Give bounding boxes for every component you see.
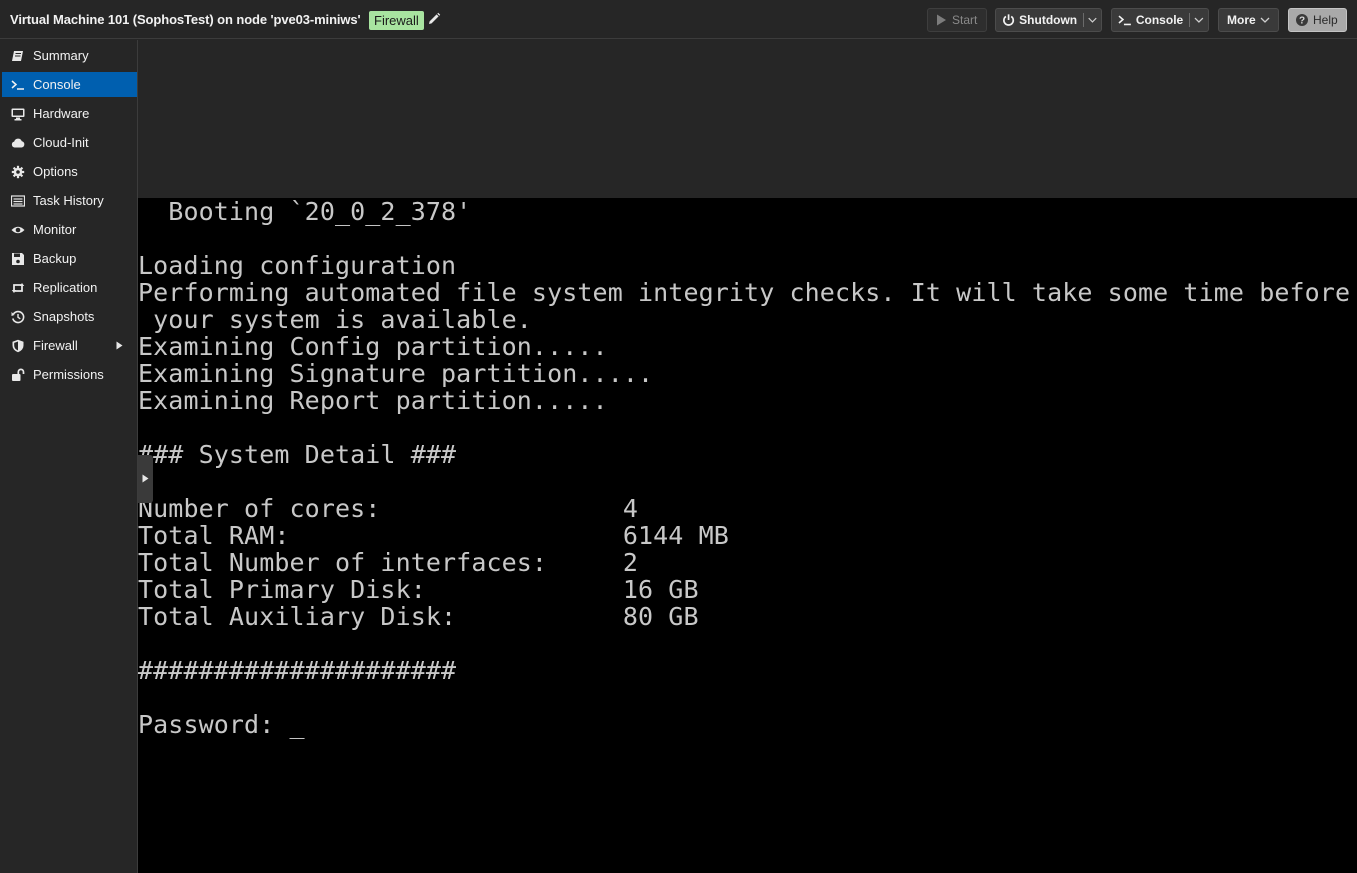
console-line: Password: _ [138, 710, 305, 739]
caret-right-icon[interactable] [116, 341, 123, 350]
retweet-icon [11, 282, 25, 293]
sidebar-item-cloud-init[interactable]: Cloud-Init [2, 130, 137, 155]
unlock-icon [12, 368, 25, 381]
console-line: Total Auxiliary Disk: 80 GB [138, 602, 699, 631]
sidebar-item-label: Cloud-Init [33, 135, 89, 150]
header-bar: Virtual Machine 101 (SophosTest) on node… [0, 0, 1357, 39]
shutdown-button-label: Shutdown [1019, 13, 1078, 27]
sidebar-collapse-handle[interactable] [138, 455, 153, 503]
sidebar-item-permissions[interactable]: Permissions [2, 362, 137, 387]
sidebar-item-label: Task History [33, 193, 104, 208]
console-line: Total Primary Disk: 16 GB [138, 575, 699, 604]
sidebar-item-label: Hardware [33, 106, 90, 121]
vm-title: Virtual Machine 101 (SophosTest) on node… [10, 12, 361, 27]
monitor-icon [11, 108, 25, 120]
sidebar-item-label: Console [33, 77, 81, 92]
sidebar-item-label: Monitor [33, 222, 77, 237]
console-output: Booting `20_0_2_378' Loading configuratio… [138, 198, 1350, 738]
chevron-down-icon[interactable] [1190, 13, 1208, 27]
book-icon [12, 50, 23, 61]
help-button[interactable]: ? Help [1288, 8, 1347, 32]
sidebar-item-label: Options [33, 164, 78, 179]
console-line: ### System Detail ### [138, 440, 457, 469]
console-line: Number of cores: 4 [138, 494, 638, 523]
console-line: Loading configuration [138, 251, 457, 280]
history-icon [11, 310, 25, 323]
sidebar-item-summary[interactable]: Summary [2, 43, 137, 68]
floppy-icon [12, 252, 24, 265]
sidebar: Summary Console Hardware Cloud-Init Opti… [0, 40, 138, 873]
sidebar-item-monitor[interactable]: Monitor [2, 217, 137, 242]
sidebar-item-label: Backup [33, 251, 77, 266]
start-button-label: Start [952, 13, 978, 27]
sidebar-item-label: Firewall [33, 338, 78, 353]
sidebar-item-options[interactable]: Options [2, 159, 137, 184]
chevron-down-icon[interactable] [1084, 13, 1101, 27]
console-button[interactable]: Console [1111, 8, 1209, 32]
terminal-icon [11, 79, 24, 90]
sidebar-item-console[interactable]: Console [2, 72, 137, 97]
cloud-icon [11, 138, 25, 147]
console-line: ##################### [138, 656, 457, 685]
console-line: Examining Config partition..... [138, 332, 608, 361]
sidebar-item-hardware[interactable]: Hardware [2, 101, 137, 126]
shield-icon [12, 339, 24, 352]
shutdown-button[interactable]: Shutdown [995, 8, 1102, 32]
eye-icon [11, 226, 25, 233]
console-line: Performing automated file system integri… [138, 278, 1351, 307]
console-button-label: Console [1135, 13, 1184, 27]
question-circle-icon: ? [1296, 14, 1308, 27]
sidebar-item-snapshots[interactable]: Snapshots [2, 304, 137, 329]
firewall-tag[interactable]: Firewall [369, 11, 424, 30]
gear-icon [11, 165, 25, 178]
sidebar-item-label: Permissions [33, 367, 104, 382]
play-icon [937, 14, 946, 26]
console-toolbar-area [138, 40, 1357, 198]
console-line: Total Number of interfaces: 2 [138, 548, 638, 577]
caret-right-icon [142, 474, 149, 483]
power-icon [1003, 14, 1015, 26]
vm-console-screen[interactable]: Booting `20_0_2_378' Loading configuratio… [138, 198, 1357, 873]
svg-text:?: ? [1299, 16, 1305, 27]
pencil-icon[interactable] [427, 12, 441, 26]
list-icon [11, 194, 25, 207]
console-line: Examining Report partition..... [138, 386, 608, 415]
start-button[interactable]: Start [927, 8, 987, 32]
app-root: Virtual Machine 101 (SophosTest) on node… [0, 0, 1357, 873]
sidebar-item-label: Replication [33, 280, 98, 295]
more-button[interactable]: More [1218, 8, 1279, 32]
sidebar-item-label: Snapshots [33, 309, 95, 324]
sidebar-item-label: Summary [33, 48, 89, 63]
console-line: Total RAM: 6144 MB [138, 521, 729, 550]
sidebar-item-replication[interactable]: Replication [2, 275, 137, 300]
sidebar-item-task-history[interactable]: Task History [2, 188, 137, 213]
terminal-icon [1118, 15, 1131, 26]
chevron-down-icon [1260, 17, 1270, 23]
console-line: Examining Signature partition..... [138, 359, 654, 388]
help-button-label: Help [1313, 13, 1338, 27]
sidebar-item-backup[interactable]: Backup [2, 246, 137, 271]
more-button-label: More [1227, 13, 1256, 27]
console-line: Booting `20_0_2_378' [138, 198, 472, 226]
sidebar-item-firewall[interactable]: Firewall [2, 333, 137, 358]
console-line: your system is available. [138, 305, 532, 334]
